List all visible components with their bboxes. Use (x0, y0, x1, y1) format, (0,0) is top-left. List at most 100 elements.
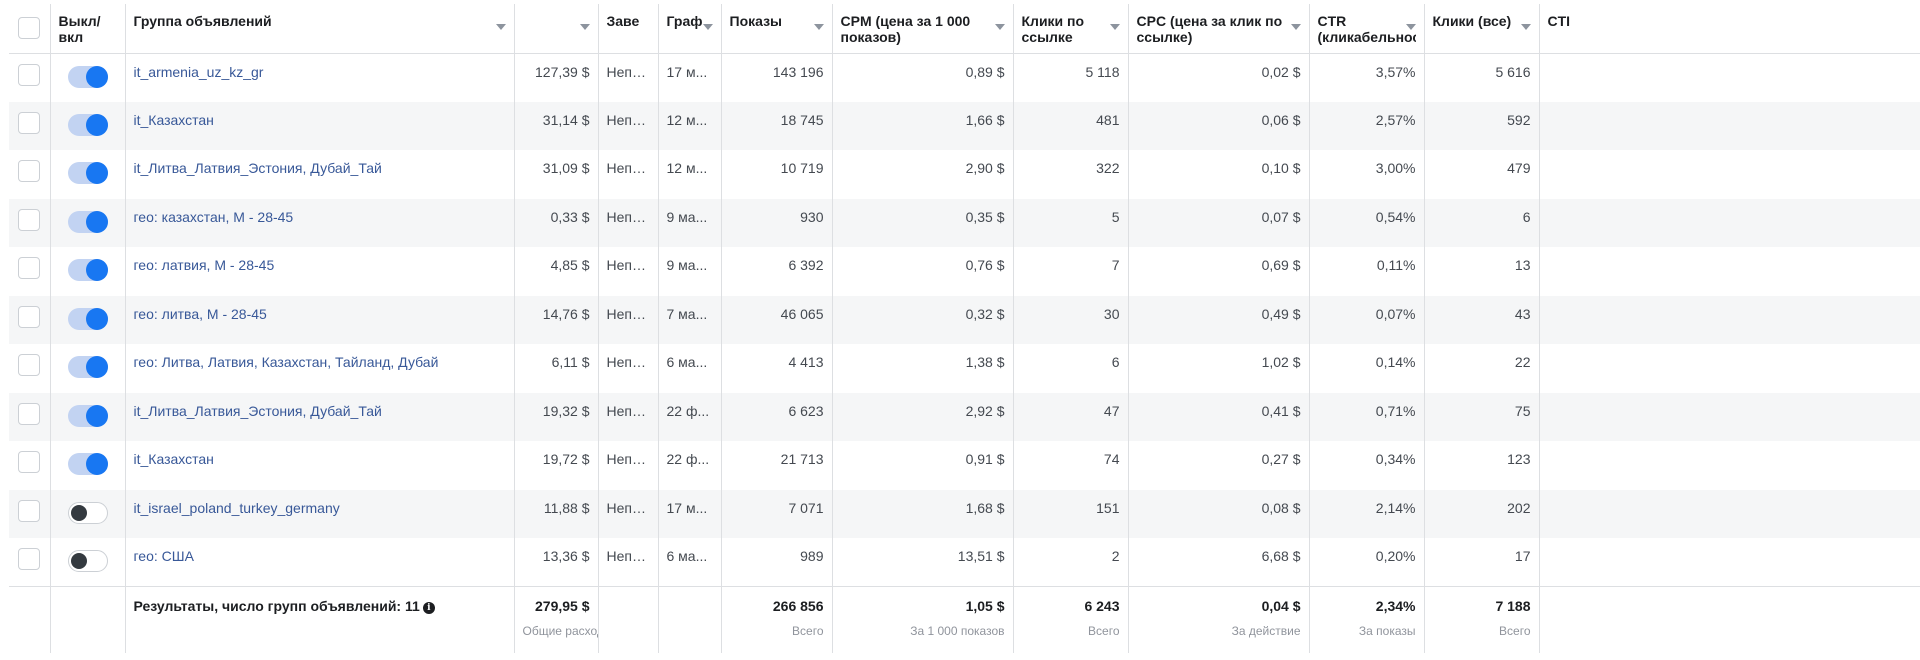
table-row[interactable]: гео: Литва, Латвия, Казахстан, Тайланд, … (9, 344, 1920, 393)
table-row[interactable]: it_Казахстан 19,72 $ Непр... 22 ф... 21 713 0… (9, 441, 1920, 490)
cell-ctr: 3,00% (1309, 150, 1425, 199)
ad-set-name-link[interactable]: it_Казахстан (134, 451, 214, 467)
chevron-down-icon[interactable] (579, 24, 590, 30)
cell-delivery: Непр... (598, 101, 659, 150)
ad-set-name-link[interactable]: гео: Литва, Латвия, Казахстан, Тайланд, … (134, 354, 439, 370)
status-toggle[interactable] (67, 113, 108, 136)
header-schedule[interactable]: Граф (658, 4, 722, 54)
status-toggle[interactable] (67, 453, 108, 475)
info-icon[interactable]: i (422, 602, 435, 614)
row-checkbox[interactable] (18, 63, 41, 86)
row-checkbox[interactable] (18, 160, 41, 182)
chevron-down-icon[interactable] (702, 24, 713, 30)
table-row[interactable]: it_Литва_Латвия_Эстония, Дубай_Тай 19,32 … (9, 392, 1920, 441)
cell-link-clicks: 322 (1013, 150, 1129, 199)
summary-spend: 279,95 $ Общие расходы (514, 586, 599, 653)
ad-set-name-link[interactable]: it_Литва_Латвия_Эстония, Дубай_Тай (134, 403, 382, 419)
ad-set-name-link[interactable]: it_armenia_uz_kz_gr (134, 64, 264, 80)
table-row[interactable]: it_Казахстан 31,14 $ Непр... 12 м... 18 745 1… (9, 101, 1920, 150)
row-toggle-cell (50, 392, 126, 441)
table-row[interactable]: гео: США 13,36 $ Непр... 6 ма... 989 13,51 $2… (9, 538, 1920, 587)
ad-set-name-link[interactable]: it_israel_poland_turkey_germany (134, 500, 340, 516)
table-row[interactable]: it_armenia_uz_kz_gr 127,39 $ Непр... 17 м..… (9, 53, 1920, 102)
cell-spend: 6,11 $ (514, 344, 599, 393)
status-toggle[interactable] (67, 501, 108, 524)
row-checkbox[interactable] (18, 354, 41, 376)
header-link-clicks[interactable]: Клики по ссылке (1013, 4, 1129, 54)
summary-cpm: 1,05 $ За 1 000 показов (832, 586, 1014, 653)
table-row[interactable]: it_israel_poland_turkey_germany 11,88 $ Не… (9, 489, 1920, 538)
cell-impressions: 930 (721, 198, 833, 247)
header-select-all[interactable] (9, 4, 51, 54)
chevron-down-icon[interactable] (994, 24, 1005, 30)
ad-set-name-link[interactable]: it_Казахстан (134, 112, 214, 128)
cell-clicks-all: 202 (1424, 489, 1540, 538)
status-toggle[interactable] (67, 356, 108, 378)
ad-set-name-link[interactable]: гео: США (134, 548, 194, 564)
status-toggle[interactable] (67, 65, 108, 88)
table-row[interactable]: it_Литва_Латвия_Эстония, Дубай_Тай 31,09 … (9, 150, 1920, 199)
header-delivery[interactable]: Заве (598, 4, 659, 54)
select-all-checkbox[interactable] (18, 17, 41, 40)
header-label: CPC (цена за клик по ссылке) (1136, 13, 1283, 45)
status-toggle[interactable] (67, 162, 108, 184)
header-toggle[interactable]: Выкл/ вкл (50, 4, 126, 54)
chevron-down-icon[interactable] (1405, 24, 1416, 30)
table-row[interactable]: гео: литва, М - 28-45 14,76 $ Непр... 7 ма.… (9, 295, 1920, 344)
ad-set-name-link[interactable]: гео: литва, М - 28-45 (134, 306, 267, 322)
summary-label-cell: Результаты, число групп объявлений: 11 i (125, 586, 515, 653)
row-checkbox[interactable] (18, 208, 41, 231)
table-body: it_armenia_uz_kz_gr 127,39 $ Непр... 17 м..… (9, 53, 1920, 587)
cell-link-clicks: 6 (1013, 344, 1129, 393)
summary-ctr: 2,34% За показы (1309, 586, 1425, 653)
cell-clicks-all: 592 (1424, 101, 1540, 150)
status-toggle[interactable] (67, 210, 108, 233)
chevron-down-icon[interactable] (1520, 24, 1531, 30)
cell-delivery: Непр... (598, 247, 659, 296)
chevron-down-icon[interactable] (1109, 24, 1120, 30)
summary-caption: Общие расходы (522, 624, 598, 638)
ad-set-name-link[interactable]: гео: латвия, М - 28-45 (134, 257, 275, 273)
summary-impressions: 266 856 Всего (721, 586, 833, 653)
header-cpm[interactable]: CPM (цена за 1 000 показов) (832, 4, 1014, 54)
row-checkbox[interactable] (18, 305, 41, 328)
row-checkbox[interactable] (18, 257, 41, 279)
cell-spend: 31,09 $ (514, 150, 599, 199)
header-spend[interactable] (514, 4, 599, 54)
ad-set-name-link[interactable]: it_Литва_Латвия_Эстония, Дубай_Тай (134, 160, 382, 176)
row-toggle-cell (50, 247, 126, 296)
ad-set-name-link[interactable]: гео: казахстан, М - 28-45 (134, 209, 294, 225)
cell-delivery: Непр... (598, 198, 659, 247)
header-label: Клики (все) (1432, 13, 1512, 29)
chevron-down-icon[interactable] (1290, 24, 1301, 30)
chevron-down-icon[interactable] (813, 24, 824, 30)
status-toggle[interactable] (67, 307, 108, 330)
cell-delivery: Непр... (598, 392, 659, 441)
header-clicks-all[interactable]: Клики (все) (1424, 4, 1540, 54)
row-checkbox[interactable] (18, 111, 41, 134)
row-select-cell (9, 150, 51, 199)
row-checkbox[interactable] (18, 402, 41, 425)
cell-cpc: 0,27 $ (1128, 441, 1310, 490)
table-row[interactable]: гео: казахстан, М - 28-45 0,33 $ Непр... 9 … (9, 198, 1920, 247)
cell-link-clicks: 481 (1013, 101, 1129, 150)
status-toggle[interactable] (67, 259, 108, 281)
row-checkbox[interactable] (18, 451, 41, 473)
summary-caption: За действие (1231, 624, 1301, 638)
status-toggle[interactable] (67, 404, 108, 427)
row-toggle-cell (50, 538, 126, 587)
header-name[interactable]: Группа объявлений (125, 4, 515, 54)
chevron-down-icon[interactable] (495, 24, 506, 30)
table-row[interactable]: гео: латвия, М - 28-45 4,85 $ Непр... 9 ма.… (9, 247, 1920, 296)
header-cpc[interactable]: CPC (цена за клик по ссылке) (1128, 4, 1310, 54)
header-ctr-all[interactable]: CTI (1539, 4, 1920, 54)
cell-cpm: 13,51 $ (832, 538, 1014, 587)
header-ctr[interactable]: CTR (кликабельнос (1309, 4, 1425, 54)
row-checkbox[interactable] (18, 548, 41, 570)
header-impressions[interactable]: Показы (721, 4, 833, 54)
toggle-knob (70, 504, 87, 521)
status-toggle[interactable] (67, 550, 108, 572)
cell-name: гео: Литва, Латвия, Казахстан, Тайланд, … (125, 344, 515, 393)
row-checkbox[interactable] (18, 499, 41, 522)
cell-spend: 19,72 $ (514, 441, 599, 490)
